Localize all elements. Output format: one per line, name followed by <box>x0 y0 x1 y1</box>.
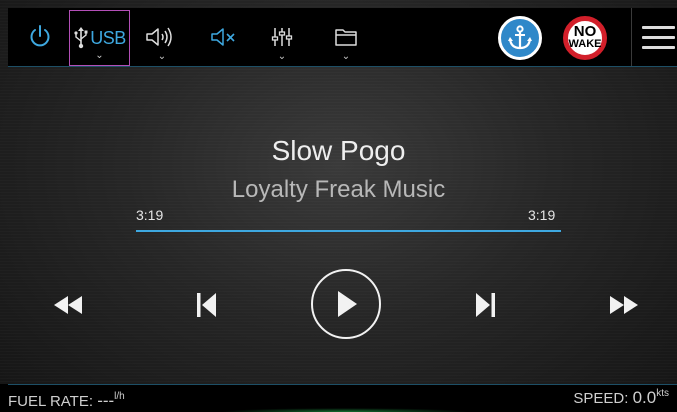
status-glow <box>220 408 470 412</box>
progress-fill <box>136 230 561 232</box>
chevron-down-icon: ⌄ <box>277 51 287 62</box>
top-bar-underline <box>8 66 677 67</box>
next-track-button[interactable] <box>466 288 506 322</box>
speed-value: 0.0 <box>632 388 657 407</box>
menu-button[interactable] <box>640 16 677 60</box>
play-icon <box>338 291 357 317</box>
equalizer-button[interactable]: ⌄ <box>264 8 300 66</box>
fast-forward-icon <box>610 296 638 314</box>
chevron-down-icon: ⌄ <box>157 51 167 62</box>
elapsed-time: 3:19 <box>136 207 164 223</box>
previous-track-icon <box>197 293 216 317</box>
track-title: Slow Pogo <box>271 135 406 166</box>
top-bar: USB ⌄ ⌄ ⌄ ⌄ NO WAKE <box>8 8 677 66</box>
speed-readout: SPEED: 0.0kts <box>573 388 669 408</box>
fuel-rate-label: FUEL RATE: <box>8 393 98 410</box>
no-wake-line-1: NO <box>573 23 597 40</box>
speed-label: SPEED: <box>573 390 633 407</box>
volume-button[interactable]: ⌄ <box>140 8 184 66</box>
status-bar: FUEL RATE: ---l/h SPEED: 0.0kts <box>0 384 677 412</box>
total-time: 3:19 <box>528 207 556 223</box>
folder-button[interactable]: ⌄ <box>326 8 366 66</box>
next-track-icon <box>476 293 495 317</box>
no-wake-line-2: WAKE <box>568 38 602 50</box>
rewind-icon <box>54 296 82 314</box>
anchor-button[interactable] <box>498 16 542 60</box>
speed-unit: kts <box>656 388 669 399</box>
mute-button[interactable] <box>204 8 244 66</box>
power-icon <box>30 25 50 47</box>
folder-icon <box>335 29 357 46</box>
fuel-rate-readout: FUEL RATE: ---l/h <box>8 391 125 411</box>
chevron-down-icon: ⌄ <box>95 50 104 61</box>
volume-icon <box>146 27 172 47</box>
chevron-down-icon: ⌄ <box>341 51 351 62</box>
usb-icon <box>74 27 88 49</box>
anchor-icon <box>508 25 532 50</box>
fast-forward-button[interactable] <box>602 290 646 320</box>
no-wake-button[interactable]: NO WAKE <box>563 16 607 60</box>
fuel-rate-unit: l/h <box>114 391 125 402</box>
track-artist: Loyalty Freak Music <box>231 176 446 203</box>
audio-player-screen: USB ⌄ ⌄ ⌄ ⌄ NO WAKE Slow Pogo Loyalty Fr… <box>0 0 677 412</box>
previous-track-button[interactable] <box>186 288 226 322</box>
play-button[interactable] <box>311 269 381 339</box>
usb-source-button[interactable]: USB ⌄ <box>69 10 130 66</box>
progress-bar[interactable] <box>136 230 561 232</box>
rewind-button[interactable] <box>46 290 90 320</box>
equalizer-icon <box>271 28 293 46</box>
usb-label: USB <box>90 27 126 48</box>
mute-icon <box>211 28 235 46</box>
top-bar-divider <box>631 8 632 66</box>
fuel-rate-value: --- <box>97 391 115 410</box>
power-button[interactable] <box>22 8 58 66</box>
status-bar-line <box>8 384 677 385</box>
